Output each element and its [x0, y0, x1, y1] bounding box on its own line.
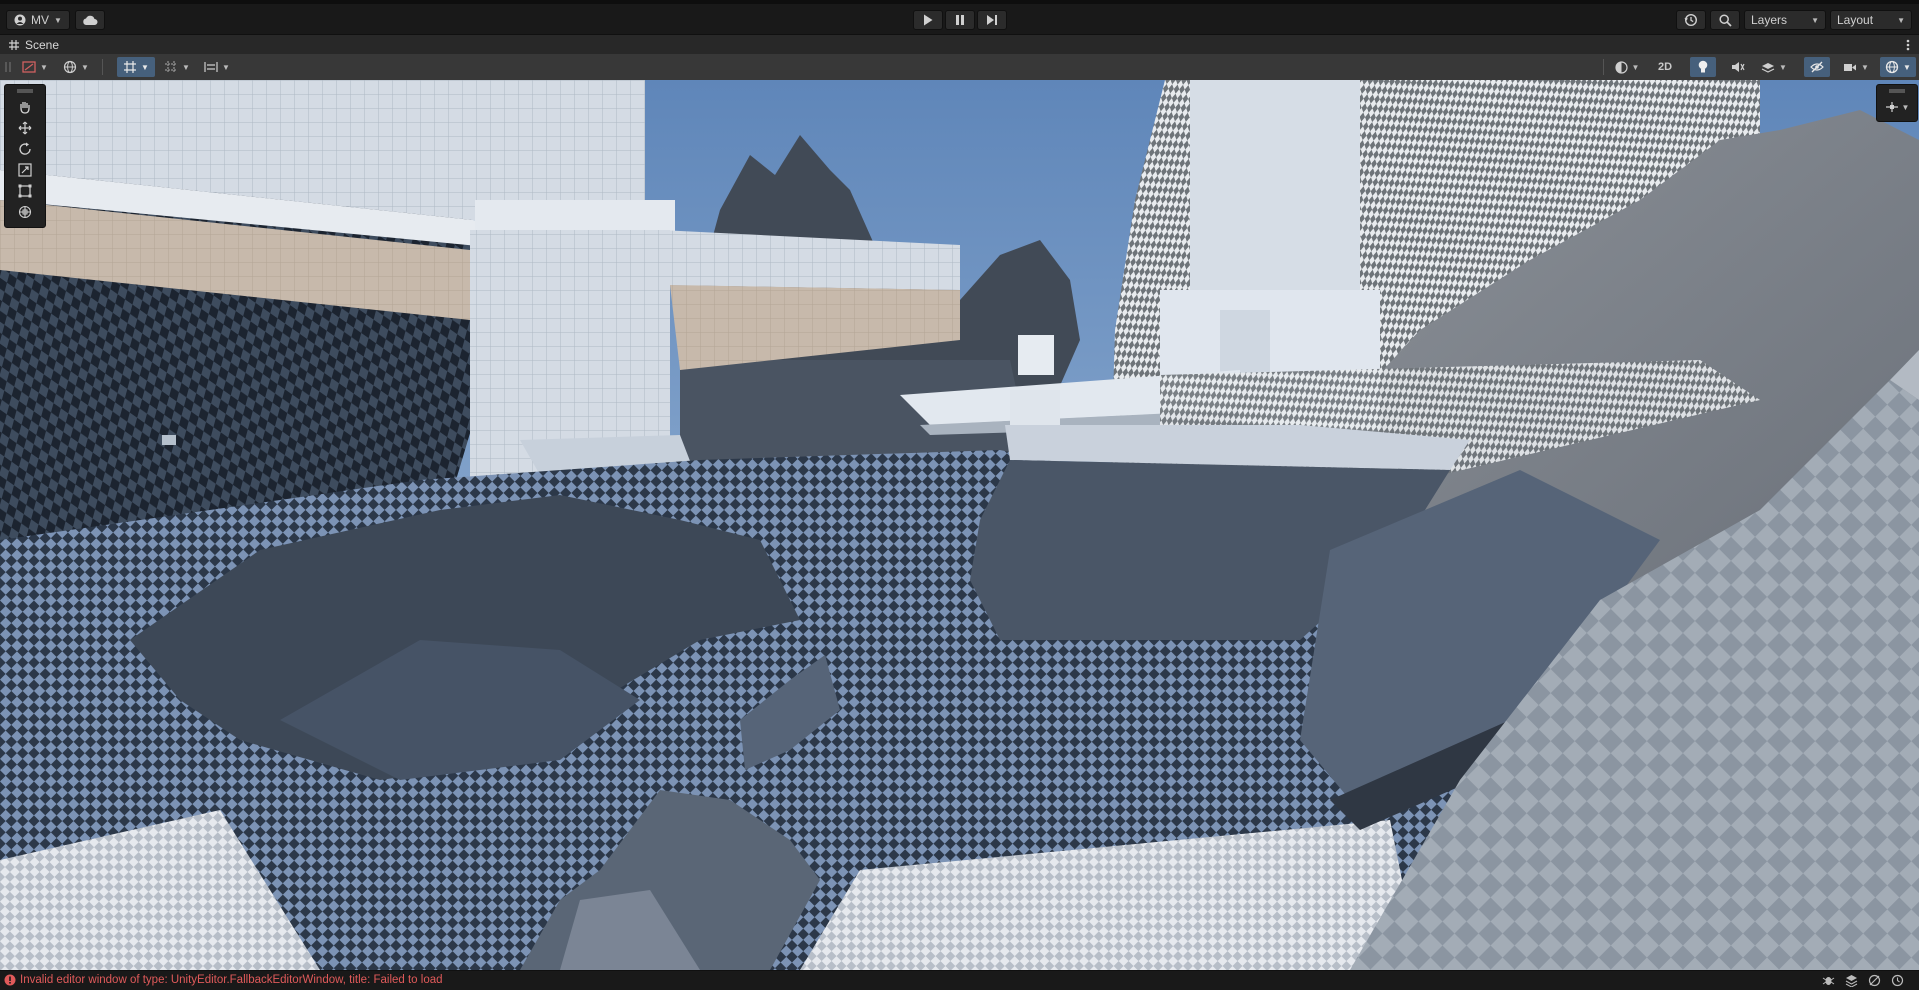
audio-toggle[interactable]	[1725, 57, 1751, 77]
play-icon	[924, 14, 933, 26]
rect-transform-icon	[18, 184, 32, 198]
rotate-icon	[19, 142, 31, 155]
bug-icon[interactable]	[1822, 974, 1835, 987]
increment-snap-dropdown[interactable]: ▼	[160, 57, 194, 77]
mode-2d-toggle[interactable]: 2D	[1649, 57, 1681, 77]
status-message[interactable]: Invalid editor window of type: UnityEdit…	[20, 974, 443, 986]
chevron-down-icon: ▼	[40, 62, 48, 72]
gizmos-dropdown[interactable]: ▼	[1880, 57, 1916, 77]
chevron-down-icon: ▼	[81, 62, 89, 72]
hand-tool-button[interactable]	[10, 97, 40, 117]
cloud-button[interactable]	[75, 10, 105, 30]
speaker-icon	[1732, 62, 1745, 72]
grid-snap-icon	[124, 61, 137, 73]
scene-visibility-toggle[interactable]	[1804, 57, 1830, 77]
pause-button[interactable]	[945, 10, 975, 30]
more-options-icon[interactable]	[1906, 39, 1910, 51]
lighting-toggle[interactable]	[1690, 57, 1716, 77]
status-bar: Invalid editor window of type: UnityEdit…	[0, 970, 1919, 990]
pause-icon	[956, 15, 964, 25]
drag-handle-icon[interactable]	[5, 61, 11, 73]
main-toolbar: MV ▼ Layers ▼ Layout ▼	[0, 4, 1919, 34]
account-dropdown[interactable]: MV ▼	[6, 10, 70, 30]
cloud-icon	[83, 15, 98, 25]
chevron-down-icon: ▼	[141, 62, 149, 72]
draw-mode-dropdown[interactable]: ▼	[17, 57, 53, 77]
global-toggle-dropdown[interactable]: ▼	[57, 57, 95, 77]
account-label: MV	[31, 13, 50, 27]
align-icon	[204, 62, 218, 72]
step-icon	[987, 15, 997, 25]
view-options-overlay: ▼	[1876, 84, 1918, 122]
transform-tool-button[interactable]	[10, 202, 40, 222]
chevron-down-icon: ▼	[222, 62, 230, 72]
effects-dropdown[interactable]: ▼	[1756, 57, 1792, 77]
network-icon[interactable]	[1868, 974, 1881, 987]
scene-tab-bar: Scene	[0, 34, 1919, 55]
step-button[interactable]	[977, 10, 1007, 30]
toolbar-separator	[102, 59, 103, 75]
chevron-down-icon: ▼	[1861, 62, 1869, 72]
scene-tab[interactable]: Scene	[25, 38, 59, 52]
scale-tool-button[interactable]	[10, 160, 40, 180]
shading-mode-dropdown[interactable]: ▼	[1609, 57, 1645, 77]
chevron-down-icon: ▼	[1811, 15, 1819, 25]
transform-icon	[18, 205, 32, 219]
lightbulb-icon	[1698, 60, 1708, 73]
scale-icon	[18, 163, 32, 177]
hidden-eye-icon	[1810, 61, 1824, 73]
gizmos-globe-icon	[1885, 60, 1899, 74]
panel-drag-handle-icon[interactable]	[1889, 89, 1905, 93]
scene-view-toolbar: ▼ ▼ ▼ ▼ ▼ ▼ 2D ▼ ▼ ▼	[0, 54, 1919, 81]
chevron-down-icon: ▼	[1779, 62, 1787, 72]
chevron-down-icon: ▼	[1897, 15, 1905, 25]
toolbar-separator	[1603, 59, 1604, 75]
move-tool-button[interactable]	[10, 118, 40, 138]
align-dropdown[interactable]: ▼	[198, 57, 236, 77]
chevron-down-icon: ▼	[1901, 102, 1910, 112]
search-icon	[1718, 13, 1732, 27]
account-icon	[14, 14, 26, 26]
chevron-down-icon: ▼	[182, 62, 190, 72]
hand-icon	[20, 102, 30, 114]
history-icon	[1684, 13, 1698, 27]
camera-settings-dropdown[interactable]: ▼	[1838, 57, 1874, 77]
search-button[interactable]	[1710, 10, 1740, 30]
draw-mode-icon	[22, 61, 36, 73]
layers-dropdown[interactable]: Layers ▼	[1744, 10, 1826, 30]
increment-snap-icon	[165, 61, 178, 73]
error-icon	[4, 974, 16, 986]
orientation-axes-icon	[1885, 102, 1898, 112]
camera-icon	[1844, 63, 1857, 71]
grid-snap-toggle[interactable]: ▼	[117, 57, 155, 77]
move-arrows-icon	[18, 121, 32, 135]
layout-label: Layout	[1837, 13, 1874, 27]
play-button[interactable]	[913, 10, 943, 30]
progress-icon[interactable]	[1891, 974, 1904, 987]
scene-viewport[interactable]	[0, 80, 1919, 970]
orientation-dropdown[interactable]: ▼	[1881, 98, 1913, 116]
rect-tool-button[interactable]	[10, 181, 40, 201]
scene-grid-icon	[9, 40, 19, 50]
history-button[interactable]	[1676, 10, 1706, 30]
shading-sphere-icon	[1614, 60, 1628, 74]
tools-overlay-panel	[4, 84, 46, 228]
scene-render	[0, 80, 1919, 970]
chevron-down-icon: ▼	[1631, 62, 1640, 72]
globe-icon	[63, 60, 77, 74]
layers-stack-icon[interactable]	[1845, 974, 1858, 987]
effects-layers-icon	[1761, 62, 1775, 73]
layers-label: Layers	[1751, 13, 1788, 27]
chevron-down-icon: ▼	[54, 15, 62, 25]
chevron-down-icon: ▼	[1903, 62, 1911, 72]
layout-dropdown[interactable]: Layout ▼	[1830, 10, 1912, 30]
panel-drag-handle-icon[interactable]	[17, 89, 33, 93]
rotate-tool-button[interactable]	[10, 139, 40, 159]
